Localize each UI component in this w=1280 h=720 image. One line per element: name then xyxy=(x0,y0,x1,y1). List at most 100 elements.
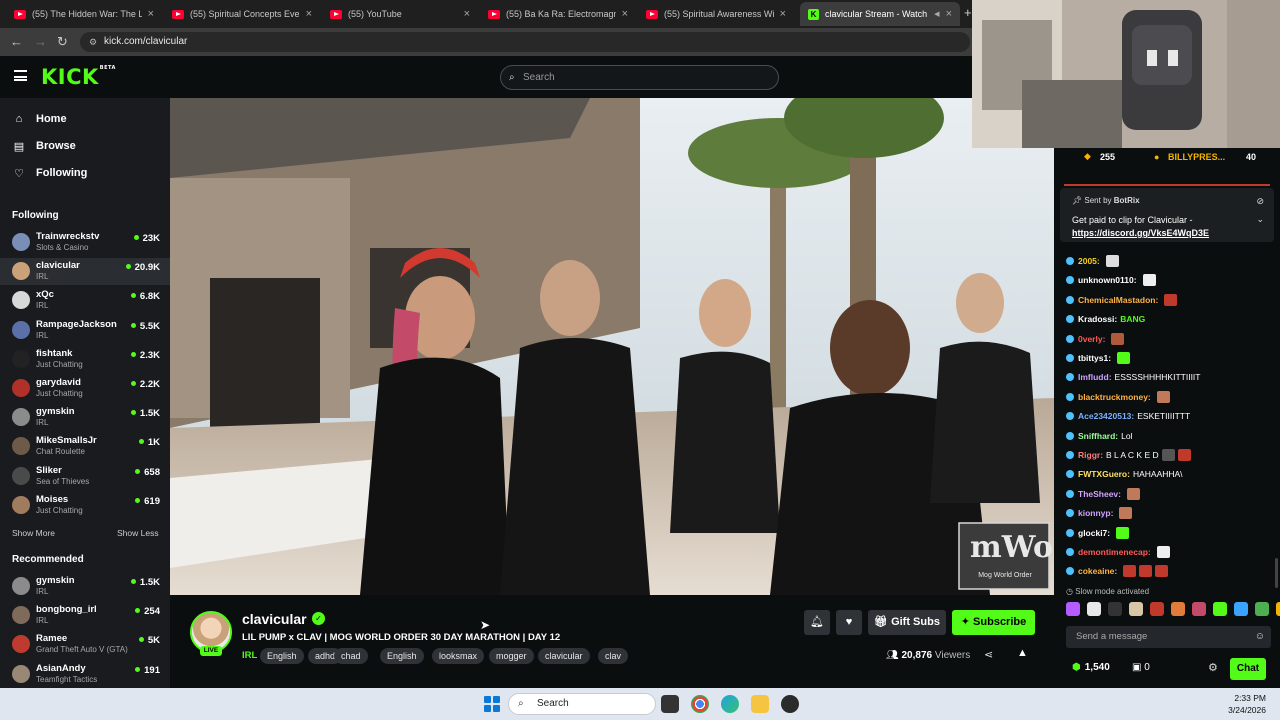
sidebar-channel[interactable]: MikeSmallsJr Chat Roulette 1K xyxy=(0,433,170,460)
stream-tag[interactable]: clavicular xyxy=(538,648,590,664)
gift-subs-button[interactable]: 🎁︎ Gift Subs xyxy=(868,610,946,635)
back-icon[interactable]: ← xyxy=(10,34,23,49)
sidebar-channel[interactable]: AsianAndy Teamfight Tactics 191 xyxy=(0,661,170,688)
emoji-picker-icon[interactable]: ☺ xyxy=(1255,626,1265,648)
emote-icon[interactable] xyxy=(1255,602,1269,616)
chat-message-input[interactable]: Send a message ☺ xyxy=(1066,626,1271,648)
chat-settings-icon[interactable]: ⚙ xyxy=(1208,661,1218,674)
chat-username[interactable]: demontimenecap: xyxy=(1078,545,1151,559)
emote-icon[interactable] xyxy=(1087,602,1101,616)
chat-username[interactable]: Sniffhard: xyxy=(1078,429,1118,443)
stream-tag[interactable]: English xyxy=(260,648,304,664)
kick-logo[interactable]: KICKBETA xyxy=(41,65,116,89)
taskbar-search[interactable]: ⌕ Search xyxy=(508,693,656,715)
system-clock[interactable]: 2:33 PM 3/24/2026 xyxy=(1228,692,1266,716)
emote-icon[interactable] xyxy=(1234,602,1248,616)
nav-home[interactable]: ⌂ Home xyxy=(12,109,67,129)
site-info-icon[interactable]: ⚙ xyxy=(89,32,97,52)
chat-username[interactable]: unknown0110: xyxy=(1078,273,1137,287)
chat-username[interactable]: FWTXGuero: xyxy=(1078,467,1130,481)
subscribe-button[interactable]: ✦ Subscribe xyxy=(952,610,1035,635)
sidebar-channel[interactable]: xQc IRL 6.8K xyxy=(0,287,170,314)
browser-tab[interactable]: (55) Ba Ka Ra: Electromagnetic × xyxy=(480,2,636,26)
video-player[interactable]: mWo Mog World Order xyxy=(170,98,1054,595)
close-tab-icon[interactable]: × xyxy=(306,8,312,20)
sidebar-channel[interactable]: Moises Just Chatting 619 xyxy=(0,492,170,519)
emote-icon[interactable] xyxy=(1192,602,1206,616)
channel-points[interactable]: ⬢ 1,540 xyxy=(1072,662,1110,673)
search-input[interactable]: ⌕ Search xyxy=(500,65,779,90)
chat-scrollbar[interactable] xyxy=(1275,558,1278,588)
browser-tab[interactable]: (55) YouTube × xyxy=(322,2,478,26)
close-tab-icon[interactable]: × xyxy=(946,8,952,20)
emote-icon[interactable] xyxy=(1129,602,1143,616)
category-link[interactable]: IRL xyxy=(242,650,257,661)
chat-username[interactable]: ChemicalMastadon: xyxy=(1078,293,1158,307)
close-tab-icon[interactable]: × xyxy=(780,8,786,20)
stream-tag[interactable]: chad xyxy=(334,648,368,664)
nav-following[interactable]: ♡ Following xyxy=(12,163,87,183)
chevron-down-icon[interactable]: ⌄ xyxy=(1256,214,1264,225)
browser-tab[interactable]: Kclavicular Stream - Watch L ◀ × xyxy=(800,2,960,26)
browser-tab[interactable]: (55) The Hidden War: The Loos × xyxy=(6,2,162,26)
stream-tag[interactable]: English xyxy=(380,648,424,664)
close-tab-icon[interactable]: × xyxy=(148,8,154,20)
tab-audio-icon[interactable]: ◀ xyxy=(934,10,939,18)
task-view-icon[interactable] xyxy=(661,695,679,713)
follow-heart-icon[interactable]: ♥ xyxy=(836,610,862,635)
chat-username[interactable]: glocki7: xyxy=(1078,526,1110,540)
report-icon[interactable]: ▲ xyxy=(1017,647,1028,659)
edge-icon[interactable] xyxy=(721,695,739,713)
chat-username[interactable]: 0verly: xyxy=(1078,332,1105,346)
chat-username[interactable]: tbittys1: xyxy=(1078,351,1111,365)
chat-username[interactable]: cokeaine: xyxy=(1078,564,1117,578)
show-more-link[interactable]: Show More xyxy=(12,528,55,538)
forward-icon[interactable]: → xyxy=(34,34,47,49)
close-tab-icon[interactable]: × xyxy=(464,8,470,20)
chat-username[interactable]: kionnyp: xyxy=(1078,506,1113,520)
reload-icon[interactable]: ↻ xyxy=(57,34,68,50)
chat-username[interactable]: Riggr: xyxy=(1078,448,1103,462)
sidebar-channel[interactable]: Ramee Grand Theft Auto V (GTA) 5K xyxy=(0,631,170,658)
emote-icon[interactable] xyxy=(1150,602,1164,616)
unpin-icon[interactable]: ⊘ xyxy=(1256,196,1264,207)
sidebar-channel[interactable]: bongbong_irl IRL 254 xyxy=(0,602,170,629)
chat-username[interactable]: TheSheev: xyxy=(1078,487,1121,501)
share-icon[interactable]: ⋖ xyxy=(984,648,993,661)
sidebar-channel[interactable]: Trainwreckstv Slots & Casino 23K xyxy=(0,229,170,256)
chat-username[interactable]: Kradossi: xyxy=(1078,312,1117,326)
windows-start-icon[interactable] xyxy=(484,696,500,712)
sidebar-channel[interactable]: fishtank Just Chatting 2.3K xyxy=(0,346,170,373)
nav-browse[interactable]: ▤ Browse xyxy=(12,136,76,156)
menu-icon[interactable] xyxy=(14,70,27,81)
emote-icon[interactable] xyxy=(1276,602,1280,616)
chat-username[interactable]: Imfludd: xyxy=(1078,370,1112,384)
chat-username[interactable]: blacktruckmoney: xyxy=(1078,390,1151,404)
emote-icon[interactable] xyxy=(1171,602,1185,616)
stream-tag[interactable]: looksmax xyxy=(432,648,485,664)
show-less-link[interactable]: Show Less xyxy=(117,528,159,538)
chrome-icon[interactable] xyxy=(691,695,709,713)
chat-send-button[interactable]: Chat xyxy=(1230,658,1266,680)
emote-icon[interactable] xyxy=(1108,602,1122,616)
stream-tag[interactable]: clav xyxy=(598,648,629,664)
browser-tab[interactable]: (55) Spiritual Awareness Will R × xyxy=(638,2,794,26)
sidebar-channel[interactable]: garydavid Just Chatting 2.2K xyxy=(0,375,170,402)
emote-icon[interactable] xyxy=(1066,602,1080,616)
browser-tab[interactable]: (55) Spiritual Concepts Everyone × xyxy=(164,2,320,26)
new-tab-icon[interactable]: + xyxy=(964,5,972,20)
file-explorer-icon[interactable] xyxy=(751,695,769,713)
emote-icon[interactable] xyxy=(1213,602,1227,616)
sidebar-channel[interactable]: Sliker Sea of Thieves 658 xyxy=(0,463,170,490)
pinned-link[interactable]: https://discord.gg/VksE4WqD3E xyxy=(1072,228,1209,238)
stream-tag[interactable]: mogger xyxy=(489,648,534,664)
sidebar-channel[interactable]: gymskin IRL 1.5K xyxy=(0,404,170,431)
sidebar-channel[interactable]: RampageJackson IRL 5.5K xyxy=(0,317,170,344)
chat-username[interactable]: 2005: xyxy=(1078,254,1100,268)
sidebar-channel[interactable]: clavicular IRL 20.9K xyxy=(0,258,170,286)
sidebar-channel[interactable]: gymskin IRL 1.5K xyxy=(0,573,170,600)
streamer-name[interactable]: clavicular xyxy=(242,611,307,627)
chat-username[interactable]: Ace23420513: xyxy=(1078,409,1134,423)
notification-bell-icon[interactable]: 🔔︎ xyxy=(804,610,830,635)
close-tab-icon[interactable]: × xyxy=(622,8,628,20)
